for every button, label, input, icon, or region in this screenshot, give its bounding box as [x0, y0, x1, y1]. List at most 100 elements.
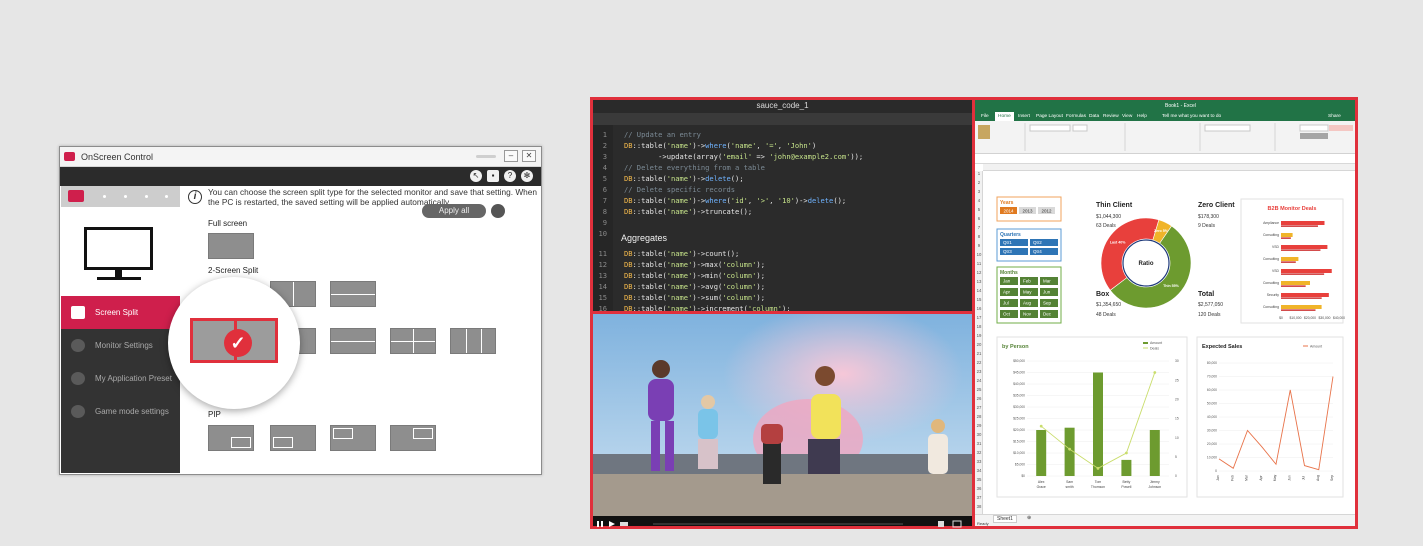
pip-label: PIP [208, 410, 221, 419]
layout-full-screen[interactable] [208, 233, 254, 259]
y-tick-label: $40,000 [1013, 382, 1025, 386]
monitor-selector[interactable] [61, 186, 180, 207]
column-headers [983, 164, 1355, 171]
y-tick-label: $5,000 [1015, 463, 1025, 467]
code-line: 10 [598, 229, 607, 238]
row-number: 35 [976, 477, 982, 482]
font-size-box[interactable] [1072, 124, 1088, 132]
sidebar-item-monitor-settings[interactable]: Monitor Settings [61, 329, 180, 362]
row-number: 15 [976, 297, 982, 302]
number-format-box[interactable] [1204, 124, 1251, 132]
b2b-bar-marker [1281, 225, 1318, 227]
layout-pip-top-right[interactable] [208, 425, 254, 451]
selected-layout-thumbnail[interactable]: ✓ [190, 318, 278, 363]
y-tick-label: 70,000 [1207, 375, 1217, 379]
close-button[interactable]: ✕ [522, 150, 536, 162]
window-slider[interactable] [476, 155, 496, 158]
monitor-apply-icon[interactable] [491, 204, 505, 218]
excel-pane: Book1 - Excel File Home Insert Page Layo… [975, 100, 1355, 526]
amount-bar [1093, 372, 1103, 476]
code-editor-pane: sauce_code_1 1// Update an entry 2 DB::ta… [593, 100, 972, 311]
x-category-label: Sep [1330, 475, 1334, 481]
formula-bar[interactable] [975, 155, 1355, 164]
monitor-mini-icon [68, 190, 84, 202]
month-label: Oct [1003, 312, 1011, 317]
gear-icon[interactable]: ✻ [521, 170, 533, 182]
y2-tick-label: 0 [1175, 474, 1177, 478]
style-check-cell[interactable] [1300, 133, 1328, 139]
style-bad[interactable] [1329, 125, 1353, 131]
toolbar: ↖ ▪ ? ✻ [60, 167, 541, 186]
x-category-label: May [1273, 474, 1277, 481]
y-tick-label: $50,000 [1013, 359, 1025, 363]
minimize-button[interactable]: – [504, 150, 518, 162]
share-button[interactable]: Share [1325, 112, 1344, 121]
next-icon[interactable] [609, 521, 615, 527]
apply-all-button[interactable]: Apply all [422, 204, 486, 218]
layout-4-split[interactable] [390, 328, 436, 354]
full-screen-label: Full screen [208, 219, 248, 228]
row-number: 38 [976, 504, 982, 509]
code-line: 2 DB::table('name')->where('name', '=', '… [602, 141, 817, 150]
b2b-bar [1281, 245, 1328, 249]
code-line: 11 DB::table('name')->count(); [598, 249, 740, 258]
status-bar: Sheet1 ⊕ Ready [975, 514, 1355, 526]
layout-pip-bottom-right[interactable] [270, 425, 316, 451]
sidebar-item-game-mode[interactable]: Game mode settings [61, 395, 180, 428]
by-person-title: by Person [1002, 344, 1029, 350]
sidebar-item-application-preset[interactable]: My Application Preset [61, 362, 180, 395]
month-label: Nov [1023, 312, 1032, 317]
y-tick-label: 0 [1215, 469, 1217, 473]
row-number: 25 [976, 387, 982, 392]
code-line: 9 [602, 218, 607, 227]
layout-pip-top-left[interactable] [330, 425, 376, 451]
add-sheet-icon[interactable]: ⊕ [1027, 515, 1031, 521]
tab-file[interactable]: File [978, 112, 992, 121]
window-title: OnScreen Control [81, 152, 154, 162]
b2b-category-label: Consulting [1263, 233, 1279, 237]
tab-help[interactable]: Help [1134, 112, 1150, 121]
sidebar-item-screen-split[interactable]: Screen Split [61, 296, 180, 329]
sidebar-item-label: Screen Split [95, 308, 139, 317]
box-deals: 48 Deals [1096, 312, 1116, 318]
cursor-icon[interactable]: ↖ [470, 170, 482, 182]
help-icon[interactable]: ? [504, 170, 516, 182]
row-number: 36 [976, 486, 982, 491]
screen-split-icon [71, 306, 85, 319]
display-icon[interactable]: ▪ [487, 170, 499, 182]
amount-bar [1149, 430, 1160, 476]
fullscreen-icon[interactable] [952, 520, 962, 528]
volume-icon[interactable] [620, 522, 628, 526]
b2b-bar-marker [1281, 285, 1306, 287]
tell-me-box[interactable]: Tell me what you want to do [1159, 112, 1224, 121]
row-number: 4 [977, 198, 981, 203]
pause-icon[interactable] [597, 521, 599, 527]
application-preset-icon [71, 372, 85, 385]
quarter-label: Qtr4 [1033, 249, 1042, 254]
row-number: 2 [977, 180, 981, 185]
sheet-tab[interactable]: Sheet1 [993, 515, 1017, 523]
paste-icon[interactable] [978, 125, 990, 139]
tab-home[interactable]: Home [995, 112, 1014, 121]
y-tick-label: $10,000 [1013, 451, 1025, 455]
y2-tick-label: 25 [1175, 378, 1179, 382]
sidebar-item-label: Game mode settings [95, 407, 169, 416]
y2-tick-label: 10 [1175, 436, 1179, 440]
tab-page-layout[interactable]: Page Layout [1033, 112, 1066, 121]
onscreen-control-window: OnScreen Control – ✕ ↖ ▪ ? ✻ Screen Spli… [59, 146, 542, 475]
layout-2-split-horizontal[interactable] [330, 281, 376, 307]
settings-icon[interactable] [938, 521, 944, 527]
font-name-box[interactable] [1029, 124, 1071, 132]
tab-view[interactable]: View [1119, 112, 1135, 121]
layout-3-column[interactable] [450, 328, 496, 354]
layout-pip-top[interactable] [390, 425, 436, 451]
layout-3-split-b[interactable] [330, 328, 376, 354]
b2b-tick-label: $0 [1279, 316, 1283, 320]
y-tick-label: 80,000 [1207, 361, 1217, 365]
seek-bar[interactable] [653, 523, 903, 525]
workbook-title: Book1 - Excel [1165, 103, 1196, 109]
row-number: 29 [976, 423, 982, 428]
amount-bar [1036, 430, 1047, 476]
style-normal[interactable] [1299, 124, 1329, 132]
tab-insert[interactable]: Insert [1015, 112, 1033, 121]
